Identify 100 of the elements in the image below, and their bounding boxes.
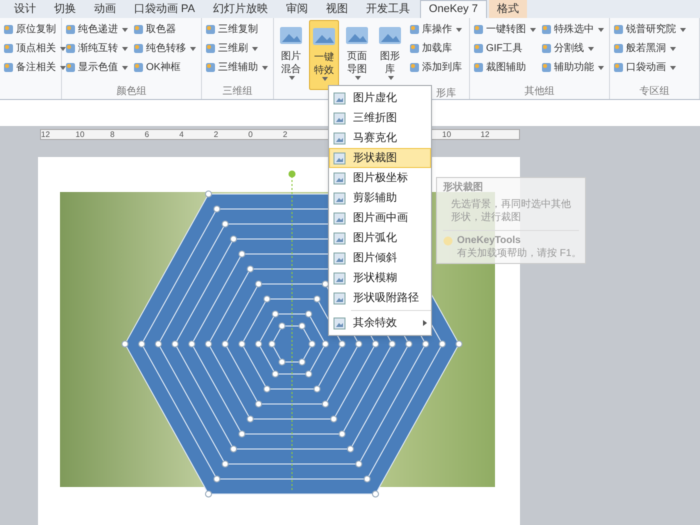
tool-icon bbox=[65, 62, 76, 73]
tool-icon bbox=[65, 24, 76, 35]
tool-icon bbox=[205, 24, 216, 35]
tooltip-help: 有关加载项帮助，请按 F1。 bbox=[456, 247, 582, 260]
menu-item[interactable]: 形状裁图 bbox=[329, 148, 431, 168]
ribbon-tab[interactable]: 设计 bbox=[6, 0, 44, 18]
ribbon-button[interactable]: 三维刷 bbox=[204, 39, 269, 58]
tool-icon bbox=[3, 62, 14, 73]
menu-item[interactable]: 图片虚化 bbox=[329, 88, 431, 108]
dropdown-caret-icon bbox=[456, 28, 462, 32]
dropdown-caret-icon bbox=[60, 66, 66, 70]
ribbon-button[interactable]: 锐普研究院 bbox=[612, 20, 687, 39]
menu-item[interactable]: 形状模糊 bbox=[329, 268, 431, 288]
ribbon-button[interactable]: 一键转图 bbox=[472, 20, 537, 39]
tool-icon bbox=[65, 43, 76, 54]
ruler-number: 10 bbox=[76, 130, 86, 138]
ribbon-tab[interactable]: 审阅 bbox=[278, 0, 316, 18]
ribbon-button[interactable]: 口袋动画 bbox=[612, 58, 687, 77]
tool-icon bbox=[409, 43, 420, 54]
dropdown-caret-icon bbox=[60, 46, 66, 50]
ribbon-tab[interactable]: 视图 bbox=[318, 0, 356, 18]
dropdown-caret-icon bbox=[289, 76, 295, 80]
ribbon-button[interactable]: OK神框 bbox=[132, 58, 197, 77]
ribbon-button[interactable]: 三维复制 bbox=[204, 20, 269, 39]
submenu-arrow-icon bbox=[423, 320, 427, 326]
ribbon-tab[interactable]: 幻灯片放映 bbox=[204, 0, 276, 18]
ribbon-button[interactable]: 原位复制 bbox=[2, 20, 67, 39]
ribbon-button[interactable]: 分割线 bbox=[540, 39, 605, 58]
tool-icon bbox=[613, 24, 624, 35]
info-icon bbox=[443, 236, 453, 246]
dropdown-caret-icon bbox=[598, 28, 604, 32]
ribbon-button[interactable]: 裁图辅助 bbox=[472, 58, 537, 77]
tooltip-title: 形状裁图 bbox=[443, 181, 484, 194]
ribbon-button[interactable]: 纯色转移 bbox=[132, 39, 197, 58]
tool-icon bbox=[473, 43, 484, 54]
ribbon-button[interactable]: 三维辅助 bbox=[204, 58, 269, 77]
dropdown-caret-icon bbox=[588, 46, 594, 50]
tool-icon bbox=[473, 24, 484, 35]
tool-icon bbox=[133, 62, 144, 73]
tooltip-text: 先选背景，再同时选中其他形状，进行裁图 bbox=[450, 198, 572, 224]
ribbon-button[interactable]: 渐纯互转 bbox=[64, 39, 129, 58]
menu-item[interactable]: 其余特效 bbox=[329, 313, 431, 333]
group-label: 其他组 bbox=[524, 84, 554, 99]
ribbon-tab[interactable]: OneKey 7 bbox=[420, 0, 487, 18]
group-label: 三维组 bbox=[222, 84, 252, 99]
ribbon-tab[interactable]: 开发工具 bbox=[358, 0, 418, 18]
ribbon-button[interactable]: 般若黑洞 bbox=[612, 39, 687, 58]
dropdown-caret-icon bbox=[262, 66, 268, 70]
menu-item[interactable]: 图片极坐标 bbox=[329, 168, 431, 188]
ribbon-button[interactable]: 特殊选中 bbox=[540, 20, 605, 39]
tool-icon bbox=[205, 62, 216, 73]
ruler-number: 2 bbox=[214, 130, 220, 138]
ribbon-tab[interactable]: 格式 bbox=[488, 0, 527, 18]
dropdown-caret-icon bbox=[670, 46, 676, 50]
ribbon-button[interactable]: 备注相关 bbox=[2, 58, 67, 77]
ruler-number: 12 bbox=[480, 130, 490, 138]
dropdown-caret-icon bbox=[530, 28, 536, 32]
ruler-number: 10 bbox=[442, 130, 452, 138]
menu-item[interactable]: 图片倾斜 bbox=[329, 248, 431, 268]
large-ribbon-button[interactable]: 一键特效 bbox=[309, 20, 339, 90]
ruler-number: 4 bbox=[179, 130, 185, 138]
ribbon-button[interactable]: 加载库 bbox=[408, 39, 463, 58]
tool-icon bbox=[205, 43, 216, 54]
menu-item[interactable]: 形状吸附路径 bbox=[329, 288, 431, 308]
ruler-number: 0 bbox=[248, 130, 254, 138]
ribbon-tab[interactable]: 口袋动画 PA bbox=[126, 0, 203, 18]
ribbon-button[interactable]: 添加到库 bbox=[408, 58, 463, 77]
tooltip-source: OneKeyTools bbox=[457, 234, 521, 247]
tool-icon bbox=[473, 62, 484, 73]
ribbon-button[interactable]: GIF工具 bbox=[472, 39, 537, 58]
tool-icon bbox=[409, 24, 420, 35]
ruler-number: 2 bbox=[282, 130, 288, 138]
ribbon-button[interactable]: 库操作 bbox=[408, 20, 463, 39]
large-ribbon-button[interactable]: 图片混合 bbox=[276, 20, 306, 90]
dropdown-caret-icon bbox=[598, 66, 604, 70]
ruler-number: 8 bbox=[110, 130, 116, 138]
dropdown-caret-icon bbox=[122, 46, 128, 50]
menu-item[interactable]: 图片弧化 bbox=[329, 228, 431, 248]
dropdown-caret-icon bbox=[388, 76, 394, 80]
ribbon-button[interactable]: 辅助功能 bbox=[540, 58, 605, 77]
ribbon-button[interactable]: 显示色值 bbox=[64, 58, 129, 77]
group-label: 形库 bbox=[436, 86, 456, 101]
tool-icon bbox=[613, 62, 624, 73]
tool-icon bbox=[541, 62, 552, 73]
menu-item[interactable]: 图片画中画 bbox=[329, 208, 431, 228]
tool-icon bbox=[133, 24, 144, 35]
ribbon-button[interactable]: 纯色递进 bbox=[64, 20, 129, 39]
ribbon-button[interactable]: 顶点相关 bbox=[2, 39, 67, 58]
tool-icon bbox=[541, 43, 552, 54]
ribbon-tab[interactable]: 动画 bbox=[86, 0, 124, 18]
dropdown-caret-icon bbox=[190, 46, 196, 50]
menu-item[interactable]: 剪影辅助 bbox=[329, 188, 431, 208]
dropdown-caret-icon bbox=[122, 28, 128, 32]
menu-item[interactable]: 三维折图 bbox=[329, 108, 431, 128]
ruler-number: 12 bbox=[41, 130, 51, 138]
tool-icon bbox=[3, 24, 14, 35]
ribbon-button[interactable]: 取色器 bbox=[132, 20, 197, 39]
tool-icon bbox=[133, 43, 144, 54]
menu-item[interactable]: 马赛克化 bbox=[329, 128, 431, 148]
ribbon-tab[interactable]: 切换 bbox=[46, 0, 84, 18]
